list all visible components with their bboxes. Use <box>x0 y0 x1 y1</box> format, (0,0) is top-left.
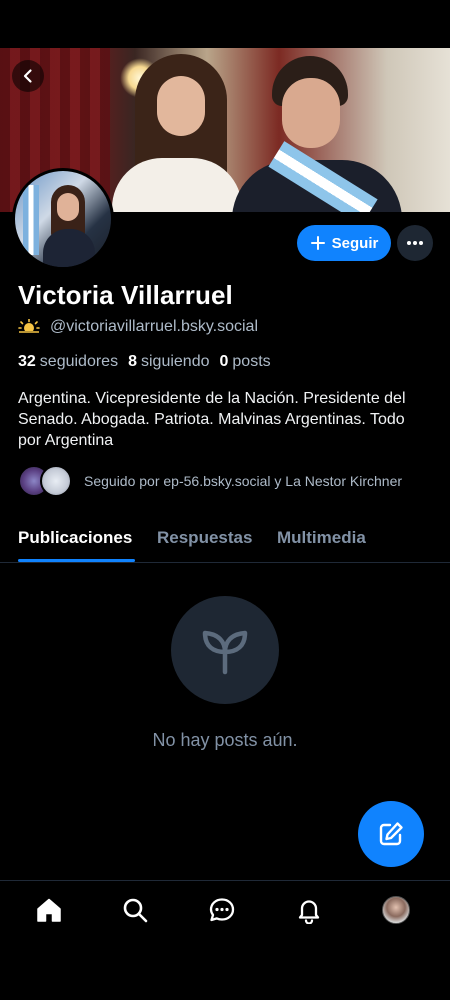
following-stat[interactable]: 8 siguiendo <box>128 353 209 371</box>
chat-icon <box>209 898 235 922</box>
nav-profile[interactable] <box>381 895 411 925</box>
profile-stats: 32 seguidores 8 siguiendo 0 posts <box>18 353 271 371</box>
plus-icon <box>310 236 325 250</box>
followed-by-text: Seguido por ep-56.bsky.social y La Nesto… <box>84 473 403 489</box>
bell-icon <box>298 900 320 924</box>
compose-button[interactable] <box>358 801 424 867</box>
empty-state-badge <box>171 596 279 704</box>
search-icon <box>123 898 148 923</box>
status-bar <box>0 0 450 48</box>
followed-by-row[interactable]: Seguido por ep-56.bsky.social y La Nesto… <box>18 465 402 497</box>
following-count: 8 <box>128 353 137 370</box>
empty-state-message: No hay posts aún. <box>152 730 298 750</box>
active-tab-indicator <box>18 559 135 562</box>
follow-button-label: Seguir <box>331 234 379 252</box>
nav-profile-avatar <box>382 896 410 924</box>
handle-row: @victoriavillarruel.bsky.social <box>18 318 258 336</box>
posts-stat: 0 posts <box>219 353 270 371</box>
avatar-flag <box>23 185 39 255</box>
profile-tabs: Publicaciones Respuestas Multimedia <box>0 514 450 563</box>
sun-behind-cloud-icon <box>18 319 40 335</box>
nav-home[interactable] <box>34 895 64 925</box>
banner-person-face <box>282 78 340 148</box>
nav-notifications[interactable] <box>294 895 324 925</box>
followers-stat[interactable]: 32 seguidores <box>18 353 118 371</box>
profile-handle[interactable]: @victoriavillarruel.bsky.social <box>50 318 258 336</box>
compose-icon <box>379 822 403 846</box>
avatar-face <box>57 193 79 221</box>
nav-search[interactable] <box>120 895 150 925</box>
back-button[interactable] <box>12 60 44 92</box>
ellipsis-icon <box>407 241 423 245</box>
more-options-button[interactable] <box>397 225 433 261</box>
banner-person-face <box>157 76 205 136</box>
following-label: siguiendo <box>140 353 210 370</box>
bottom-navigation <box>0 880 450 948</box>
home-icon <box>37 898 61 922</box>
nav-chat[interactable] <box>207 895 237 925</box>
tab-respuestas[interactable]: Respuestas <box>157 528 252 548</box>
followers-count: 32 <box>18 353 36 370</box>
profile-bio: Argentina. Vicepresidente de la Nación. … <box>18 390 406 449</box>
profile-avatar[interactable] <box>12 168 114 270</box>
posts-count: 0 <box>219 353 229 370</box>
followers-label: seguidores <box>39 353 119 370</box>
sprout-icon <box>202 630 248 675</box>
posts-label: posts <box>232 353 271 370</box>
display-name: Victoria Villarruel <box>18 280 233 310</box>
follower-avatar <box>40 465 72 497</box>
tab-multimedia[interactable]: Multimedia <box>277 528 366 548</box>
avatar-body <box>43 229 95 267</box>
tab-publicaciones[interactable]: Publicaciones <box>18 528 132 548</box>
chevron-left-icon <box>23 69 32 83</box>
follow-button[interactable]: Seguir <box>297 225 391 261</box>
system-bottom-bar <box>0 948 450 1000</box>
